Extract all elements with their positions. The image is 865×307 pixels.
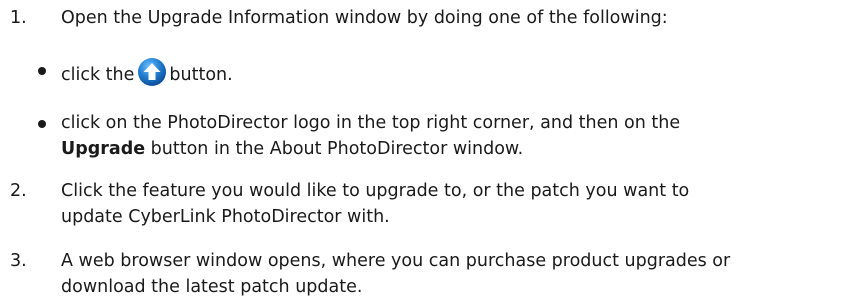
bullet-text: click on the PhotoDirector logo in the t… [61, 110, 851, 162]
step-line-2: update CyberLink PhotoDirector with. [61, 207, 390, 227]
instruction-document: 1. Open the Upgrade Information window b… [0, 0, 865, 307]
step-line-2: download the latest patch update. [61, 277, 363, 297]
bullet-dot [38, 67, 46, 75]
upgrade-button-label: Upgrade [61, 139, 146, 159]
bullet-text: click the button. [61, 57, 851, 88]
step-number: 1. [10, 8, 27, 28]
step-text: Open the Upgrade Information window by d… [61, 8, 668, 28]
bullet-text-after: button. [169, 65, 233, 85]
step-number: 2. [10, 181, 27, 201]
step-line-1: Click the feature you would like to upgr… [61, 181, 690, 201]
upgrade-arrow-icon [137, 57, 167, 87]
bullet-line-1: click on the PhotoDirector logo in the t… [61, 113, 681, 133]
bullet-line-2-rest: button in the About PhotoDirector window… [145, 139, 524, 159]
step-text: A web browser window opens, where you ca… [61, 248, 861, 300]
step-number: 3. [10, 251, 27, 271]
step-text: Click the feature you would like to upgr… [61, 178, 861, 230]
bullet-text-before: click the [61, 65, 135, 85]
step-line-1: A web browser window opens, where you ca… [61, 251, 731, 271]
bullet-dot [38, 120, 46, 128]
